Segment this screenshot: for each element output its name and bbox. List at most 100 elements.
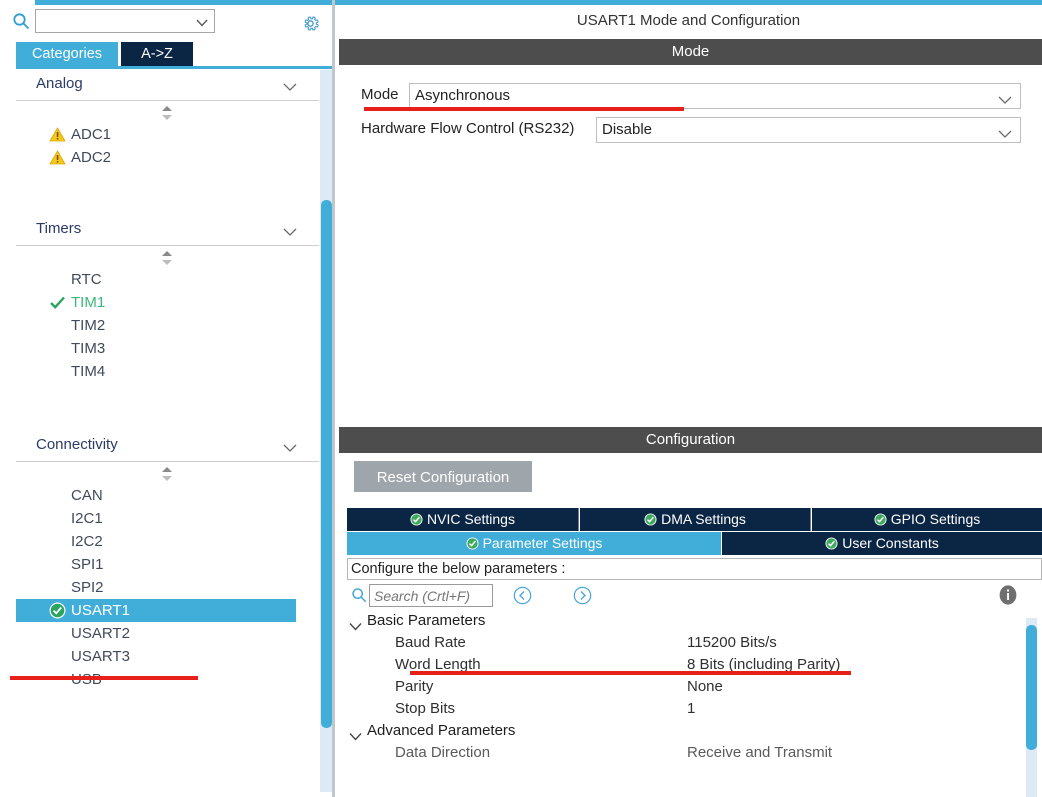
chevron-down-icon[interactable]	[349, 618, 362, 631]
reset-configuration-button[interactable]: Reset Configuration	[354, 461, 532, 492]
sidebar-tabs: Categories A->Z	[16, 42, 335, 69]
param-value[interactable]: None	[687, 678, 723, 695]
category-header-analog[interactable]: Analog	[16, 70, 319, 101]
chevron-right-circle-icon[interactable]	[573, 586, 592, 605]
parameter-search-input[interactable]	[369, 584, 493, 607]
sidebar-item-usart2[interactable]: USART2	[16, 622, 319, 645]
param-row-parity[interactable]: Parity None	[347, 677, 1042, 699]
sidebar-item-label: RTC	[71, 271, 102, 288]
tab-label: User Constants	[842, 535, 939, 551]
chevron-left-circle-icon[interactable]	[513, 586, 532, 605]
annotation-underline-mode	[364, 107, 684, 111]
group-spinner[interactable]	[16, 246, 319, 268]
sidebar-item-label: ADC2	[71, 149, 112, 166]
parameters-hint: Configure the below parameters :	[347, 558, 1042, 580]
sidebar-item-spi2[interactable]: SPI2	[16, 576, 319, 599]
tab-nvic-settings[interactable]: NVIC Settings	[347, 508, 579, 531]
sidebar-item-spi1[interactable]: SPI1	[16, 553, 319, 576]
search-icon	[12, 12, 30, 30]
param-value[interactable]: 1	[687, 700, 695, 717]
info-icon[interactable]	[997, 584, 1019, 606]
chevron-down-icon[interactable]	[998, 92, 1012, 104]
hardware-flow-control-field-row: Hardware Flow Control (RS232) Disable	[361, 117, 1021, 143]
group-spinner[interactable]	[16, 462, 319, 484]
sidebar-item-i2c1[interactable]: I2C1	[16, 507, 319, 530]
sidebar-item-can[interactable]: CAN	[16, 484, 319, 507]
warning-icon	[49, 149, 66, 166]
tab-dma-settings[interactable]: DMA Settings	[580, 508, 811, 531]
tab-a-to-z[interactable]: A->Z	[121, 42, 193, 66]
chevron-down-icon[interactable]	[283, 79, 297, 91]
chevron-down-icon[interactable]	[283, 224, 297, 236]
sidebar-item-label: SPI2	[71, 579, 104, 596]
tab-categories[interactable]: Categories	[16, 42, 118, 66]
param-value[interactable]: 115200 Bits/s	[687, 634, 777, 651]
category-label: Timers	[36, 220, 82, 237]
sidebar-item-label: ADC1	[71, 126, 112, 143]
category-header-timers[interactable]: Timers	[16, 215, 319, 246]
sidebar-item-adc1[interactable]: ADC1	[16, 123, 319, 146]
param-group-basic[interactable]: Basic Parameters	[347, 611, 1042, 633]
sidebar-item-adc2[interactable]: ADC2	[16, 146, 319, 169]
search-input[interactable]	[35, 9, 215, 33]
sidebar-item-label: USART1	[71, 602, 130, 619]
tab-label: NVIC Settings	[427, 511, 515, 527]
chevron-down-icon[interactable]	[196, 16, 208, 28]
config-tabs-row-2: Parameter Settings User Constants	[347, 532, 1042, 555]
sidebar-item-tim1[interactable]: TIM1	[16, 291, 319, 314]
chevron-down-icon[interactable]	[998, 126, 1012, 138]
chevron-down-icon[interactable]	[283, 440, 297, 452]
sidebar-search-row	[0, 5, 335, 39]
sidebar-item-tim2[interactable]: TIM2	[16, 314, 319, 337]
sidebar-item-usart1[interactable]: USART1	[16, 599, 296, 622]
mode-field-row: Mode Asynchronous	[361, 83, 1021, 109]
param-name: Baud Rate	[395, 634, 466, 651]
check-circle-icon	[825, 534, 838, 557]
tab-underline	[16, 66, 335, 69]
tab-parameter-settings[interactable]: Parameter Settings	[347, 532, 721, 555]
config-tabs-row-1: NVIC Settings DMA Settings GPIO Settings	[347, 508, 1042, 531]
mode-area: Mode Asynchronous Hardware Flow Control …	[339, 65, 1042, 425]
sidebar-item-usart3[interactable]: USART3	[16, 645, 319, 668]
category-label: Analog	[36, 75, 83, 92]
sidebar-item-label: I2C2	[71, 533, 103, 550]
annotation-underline-usart1	[10, 676, 198, 680]
param-group-advanced[interactable]: Advanced Parameters	[347, 721, 1042, 743]
chevron-down-icon[interactable]	[349, 728, 362, 741]
sidebar-item-rtc[interactable]: RTC	[16, 268, 319, 291]
tab-gpio-settings[interactable]: GPIO Settings	[812, 508, 1042, 531]
group-spinner[interactable]	[16, 101, 319, 123]
hardware-flow-control-select[interactable]: Disable	[596, 117, 1021, 143]
sidebar-item-i2c2[interactable]: I2C2	[16, 530, 319, 553]
configuration-section-header: Configuration	[339, 427, 1042, 453]
hardware-flow-control-label: Hardware Flow Control (RS232)	[361, 120, 575, 137]
sidebar-item-tim3[interactable]: TIM3	[16, 337, 319, 360]
param-row-stop-bits[interactable]: Stop Bits 1	[347, 699, 1042, 721]
category-header-connectivity[interactable]: Connectivity	[16, 431, 319, 462]
param-row-baud-rate[interactable]: Baud Rate 115200 Bits/s	[347, 633, 1042, 655]
param-value[interactable]: Receive and Transmit	[687, 744, 832, 761]
tab-label: GPIO Settings	[890, 511, 981, 527]
param-group-label: Advanced Parameters	[367, 722, 516, 739]
parameters-list: Basic Parameters Baud Rate 115200 Bits/s…	[347, 611, 1042, 797]
tab-user-constants[interactable]: User Constants	[722, 532, 1042, 555]
check-circle-icon	[874, 510, 887, 533]
sidebar-scrollbar-thumb[interactable]	[321, 200, 332, 728]
category-label: Connectivity	[36, 436, 118, 453]
mode-select[interactable]: Asynchronous	[409, 83, 1021, 109]
sidebar-item-label: SPI1	[71, 556, 104, 573]
parameters-scrollbar-thumb[interactable]	[1026, 625, 1037, 750]
mode-section-header: Mode	[339, 39, 1042, 65]
sidebar-item-label: I2C1	[71, 510, 103, 527]
hardware-flow-control-value: Disable	[602, 121, 653, 138]
check-circle-icon	[410, 510, 423, 533]
sidebar-item-tim4[interactable]: TIM4	[16, 360, 319, 383]
sidebar-item-label: USART2	[71, 625, 130, 642]
page-title: USART1 Mode and Configuration	[335, 5, 1042, 37]
annotation-underline-baud-rate	[410, 671, 851, 675]
param-row-data-direction[interactable]: Data Direction Receive and Transmit	[347, 743, 1042, 765]
sidebar-item-label: TIM1	[71, 294, 106, 311]
gear-icon[interactable]	[300, 13, 321, 34]
